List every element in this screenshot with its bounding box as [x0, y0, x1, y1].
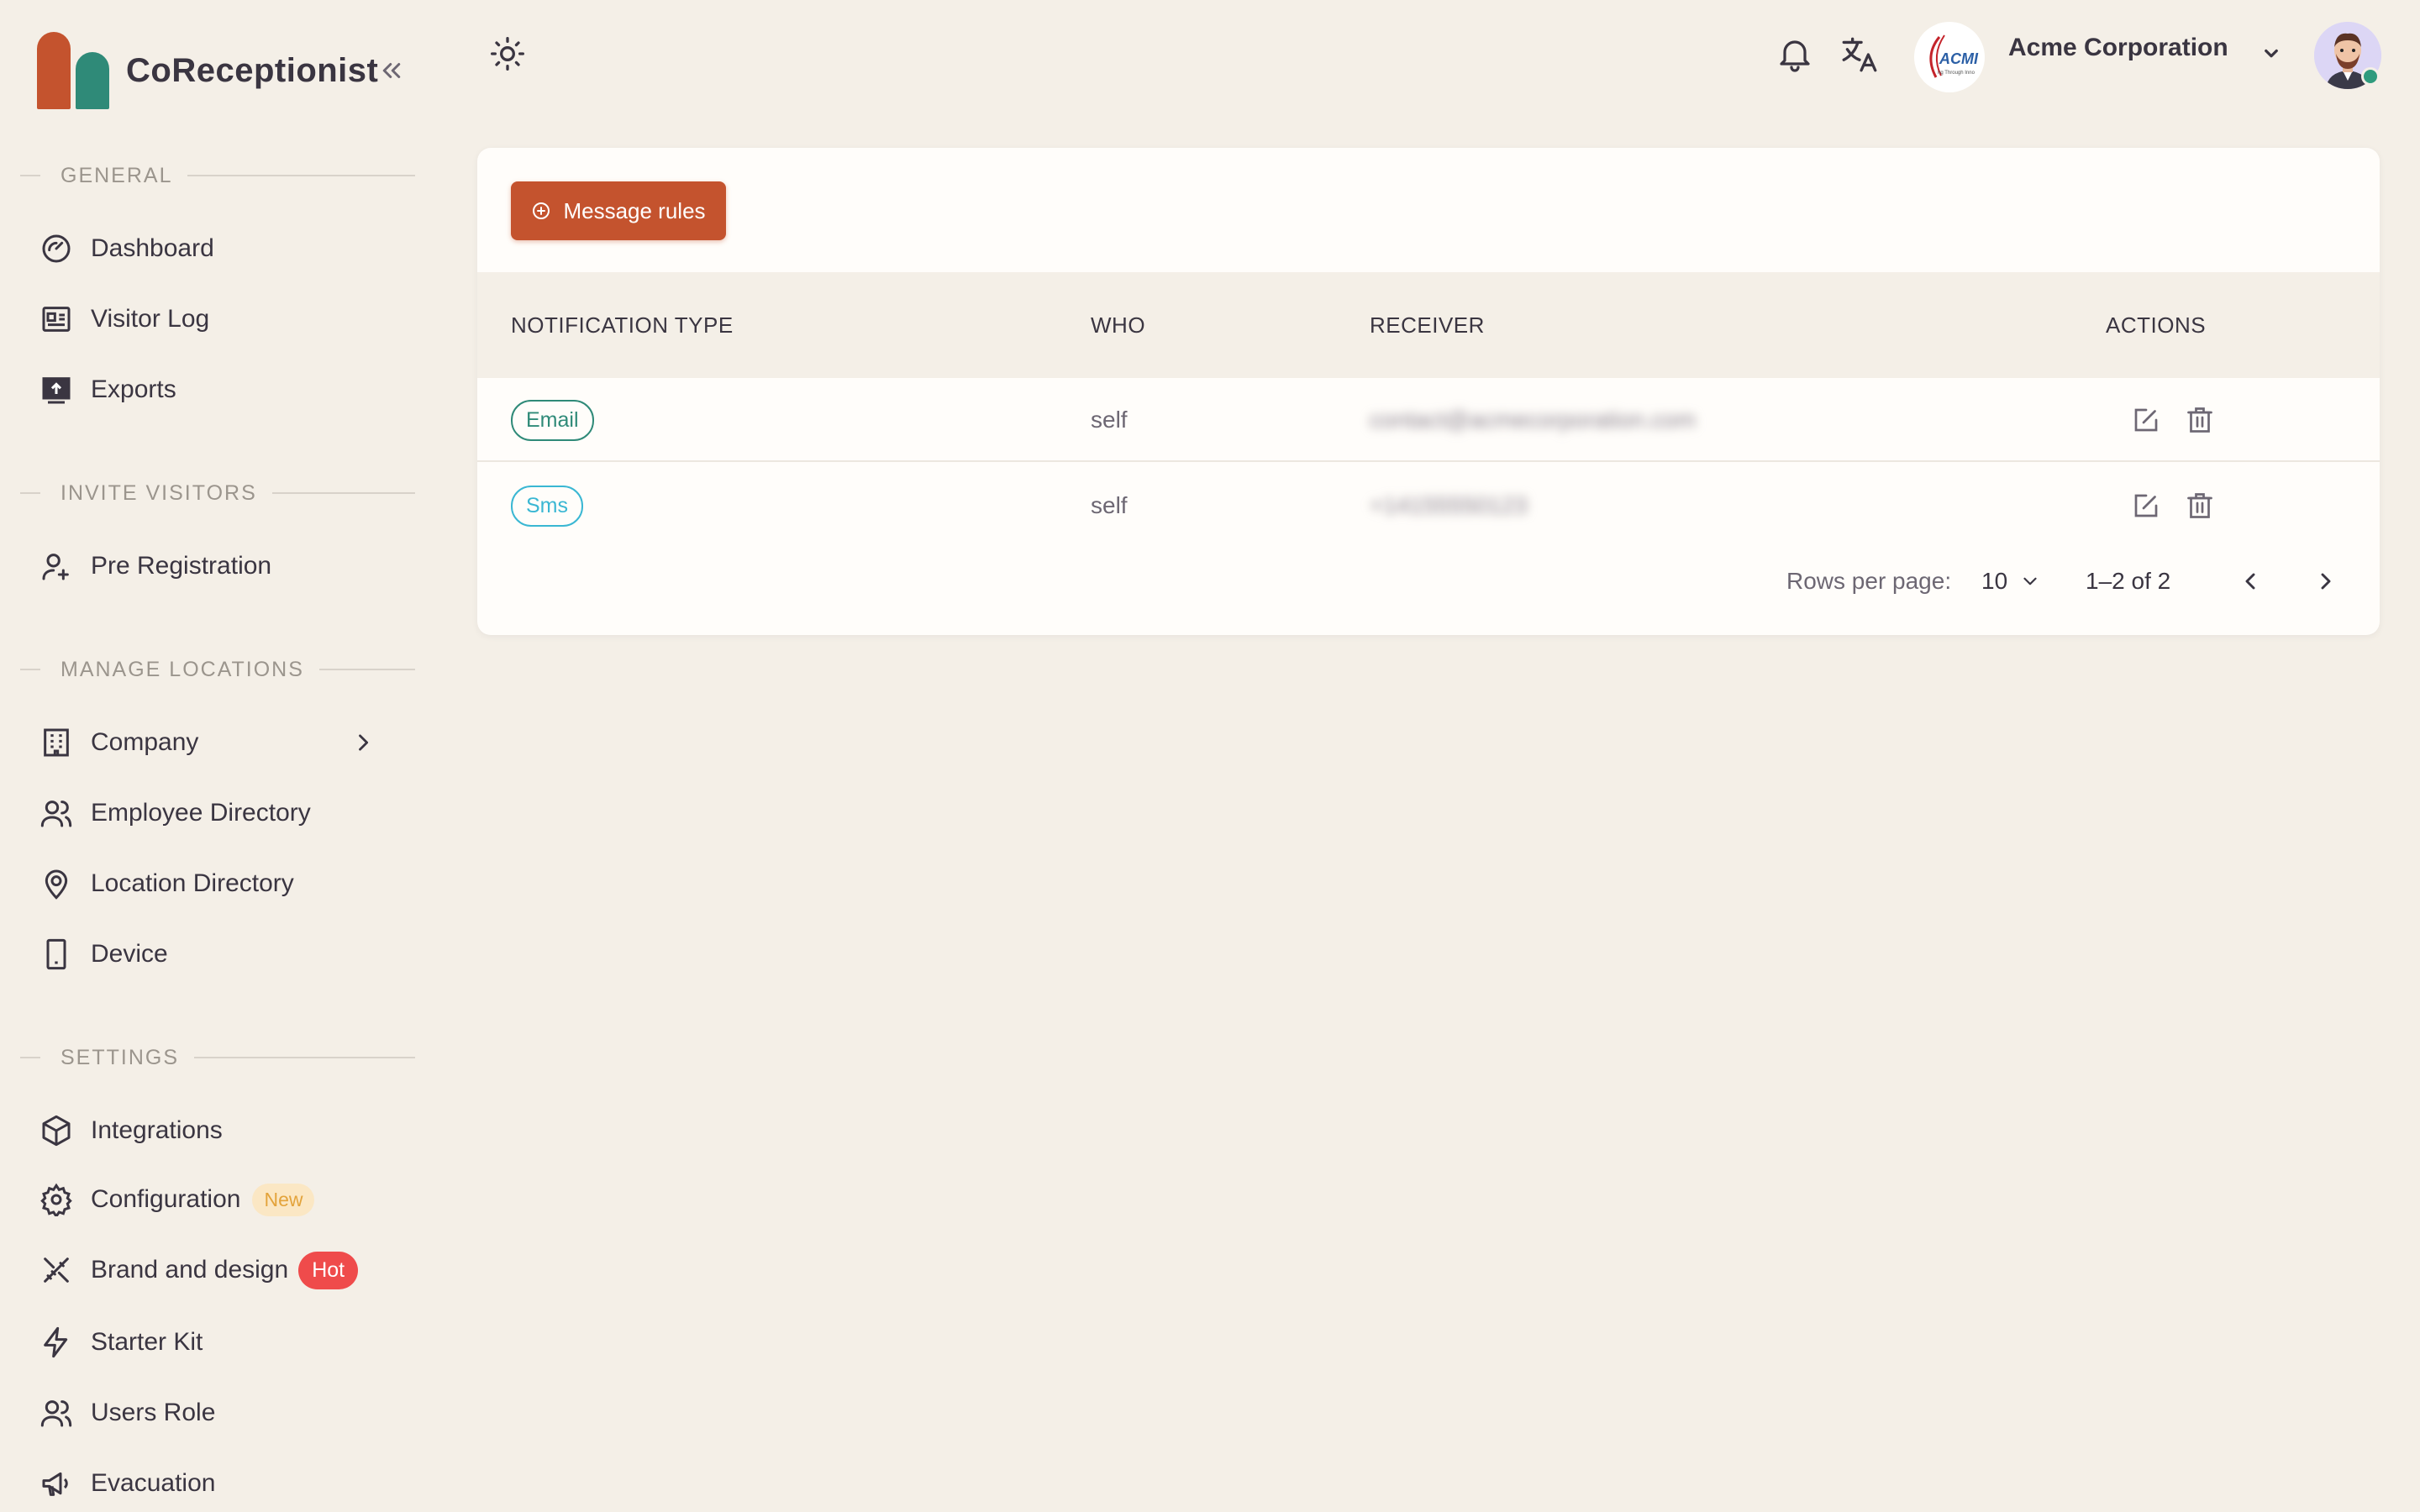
next-page-icon[interactable]: [2309, 564, 2343, 598]
sidebar-item-company[interactable]: Company: [39, 716, 400, 769]
sidebar-item-users-role[interactable]: Users Role: [39, 1386, 400, 1440]
table-row: Email self contact@acmecorporation.com: [477, 378, 2380, 462]
who-cell: self: [1091, 407, 1128, 433]
section-header-manage-locations: MANAGE LOCATIONS: [20, 657, 415, 682]
new-badge: New: [252, 1183, 315, 1216]
column-header-notification-type: NOTIFICATION TYPE: [511, 312, 734, 338]
receiver-cell: +14155550123: [1370, 492, 1528, 518]
map-pin-icon: [39, 866, 74, 901]
sidebar-item-integrations[interactable]: Integrations: [39, 1104, 400, 1158]
megaphone-icon: [39, 1466, 74, 1501]
rows-per-page-label: Rows per page:: [1786, 568, 1952, 594]
design-tools-icon: [39, 1252, 74, 1288]
notification-type-chip: Email: [511, 399, 594, 441]
sidebar-item-brand-and-design[interactable]: Brand and design Hot: [39, 1243, 400, 1297]
app-logo: [37, 32, 111, 109]
edit-icon[interactable]: [2131, 405, 2161, 435]
collapse-sidebar-icon[interactable]: [376, 55, 407, 86]
rows-per-page-select[interactable]: 10: [1981, 548, 2041, 615]
sidebar-item-pre-registration[interactable]: Pre Registration: [39, 539, 400, 593]
table-header: NOTIFICATION TYPE WHO RECEIVER ACTIONS: [477, 272, 2380, 378]
user-plus-icon: [39, 549, 74, 584]
column-header-receiver: RECEIVER: [1370, 312, 1485, 338]
chevron-down-icon[interactable]: [2259, 40, 2284, 66]
message-rules-label: Message rules: [563, 197, 706, 223]
pagination: Rows per page: 10 1–2 of 2: [477, 548, 2380, 615]
export-icon: [39, 372, 74, 407]
gauge-icon: [39, 231, 74, 266]
users-role-icon: [39, 1395, 74, 1431]
translate-icon[interactable]: [1839, 34, 1881, 76]
chevron-right-icon[interactable]: [351, 731, 375, 754]
sidebar-item-dashboard[interactable]: Dashboard: [39, 222, 400, 276]
hot-badge: Hot: [298, 1251, 359, 1289]
message-rules-card: Message rules NOTIFICATION TYPE WHO RECE…: [477, 148, 2380, 635]
rows-per-page-value: 10: [1981, 568, 2008, 594]
receiver-cell: contact@acmecorporation.com: [1370, 407, 1696, 433]
company-logo: ACMI ng Through Inno: [1914, 22, 1985, 92]
gear-icon: [39, 1182, 74, 1217]
company-name[interactable]: Acme Corporation: [2008, 34, 2228, 62]
section-header-general: GENERAL: [20, 163, 415, 188]
notification-type-chip: Sms: [511, 485, 583, 527]
who-cell: self: [1091, 492, 1128, 518]
id-card-icon: [39, 302, 74, 337]
edit-icon[interactable]: [2131, 491, 2161, 521]
delete-icon[interactable]: [2185, 491, 2215, 521]
sidebar-item-exports[interactable]: Exports: [39, 363, 400, 417]
section-header-settings: SETTINGS: [20, 1045, 415, 1070]
column-header-who: WHO: [1091, 312, 1146, 338]
table-row: Sms self +14155550123: [477, 464, 2380, 548]
sidebar: CoReceptionist GENERAL Dashboard Visitor…: [0, 0, 437, 1512]
brand[interactable]: CoReceptionist: [37, 32, 378, 109]
column-header-actions: ACTIONS: [2106, 312, 2207, 338]
message-rules-button[interactable]: Message rules: [511, 181, 726, 240]
svg-text:ng Through Inno: ng Through Inno: [1938, 71, 1975, 76]
sidebar-item-configuration[interactable]: Configuration New: [39, 1173, 400, 1226]
theme-toggle-sun-icon[interactable]: [489, 35, 526, 72]
sidebar-item-device[interactable]: Device: [39, 927, 400, 981]
section-header-invite-visitors: INVITE VISITORS: [20, 480, 415, 506]
bolt-icon: [39, 1325, 74, 1360]
app-name: CoReceptionist: [126, 51, 379, 89]
sidebar-item-location-directory[interactable]: Location Directory: [39, 857, 400, 911]
previous-page-icon[interactable]: [2233, 564, 2267, 598]
cube-icon: [39, 1113, 74, 1148]
building-icon: [39, 725, 74, 760]
sidebar-item-starter-kit[interactable]: Starter Kit: [39, 1315, 400, 1369]
users-icon: [39, 795, 74, 831]
notifications-bell-icon[interactable]: [1775, 34, 1815, 74]
chevron-down-icon: [2023, 577, 2037, 585]
device-icon: [39, 937, 74, 972]
plus-circle-icon: [533, 202, 550, 219]
sidebar-item-visitor-log[interactable]: Visitor Log: [39, 292, 400, 346]
svg-text:ACMI: ACMI: [1939, 50, 1979, 67]
sidebar-item-employee-directory[interactable]: Employee Directory: [39, 786, 400, 840]
sidebar-item-evacuation[interactable]: Evacuation: [39, 1457, 400, 1510]
delete-icon[interactable]: [2185, 405, 2215, 435]
online-status-indicator: [2361, 67, 2380, 86]
pagination-range: 1–2 of 2: [2086, 568, 2171, 594]
